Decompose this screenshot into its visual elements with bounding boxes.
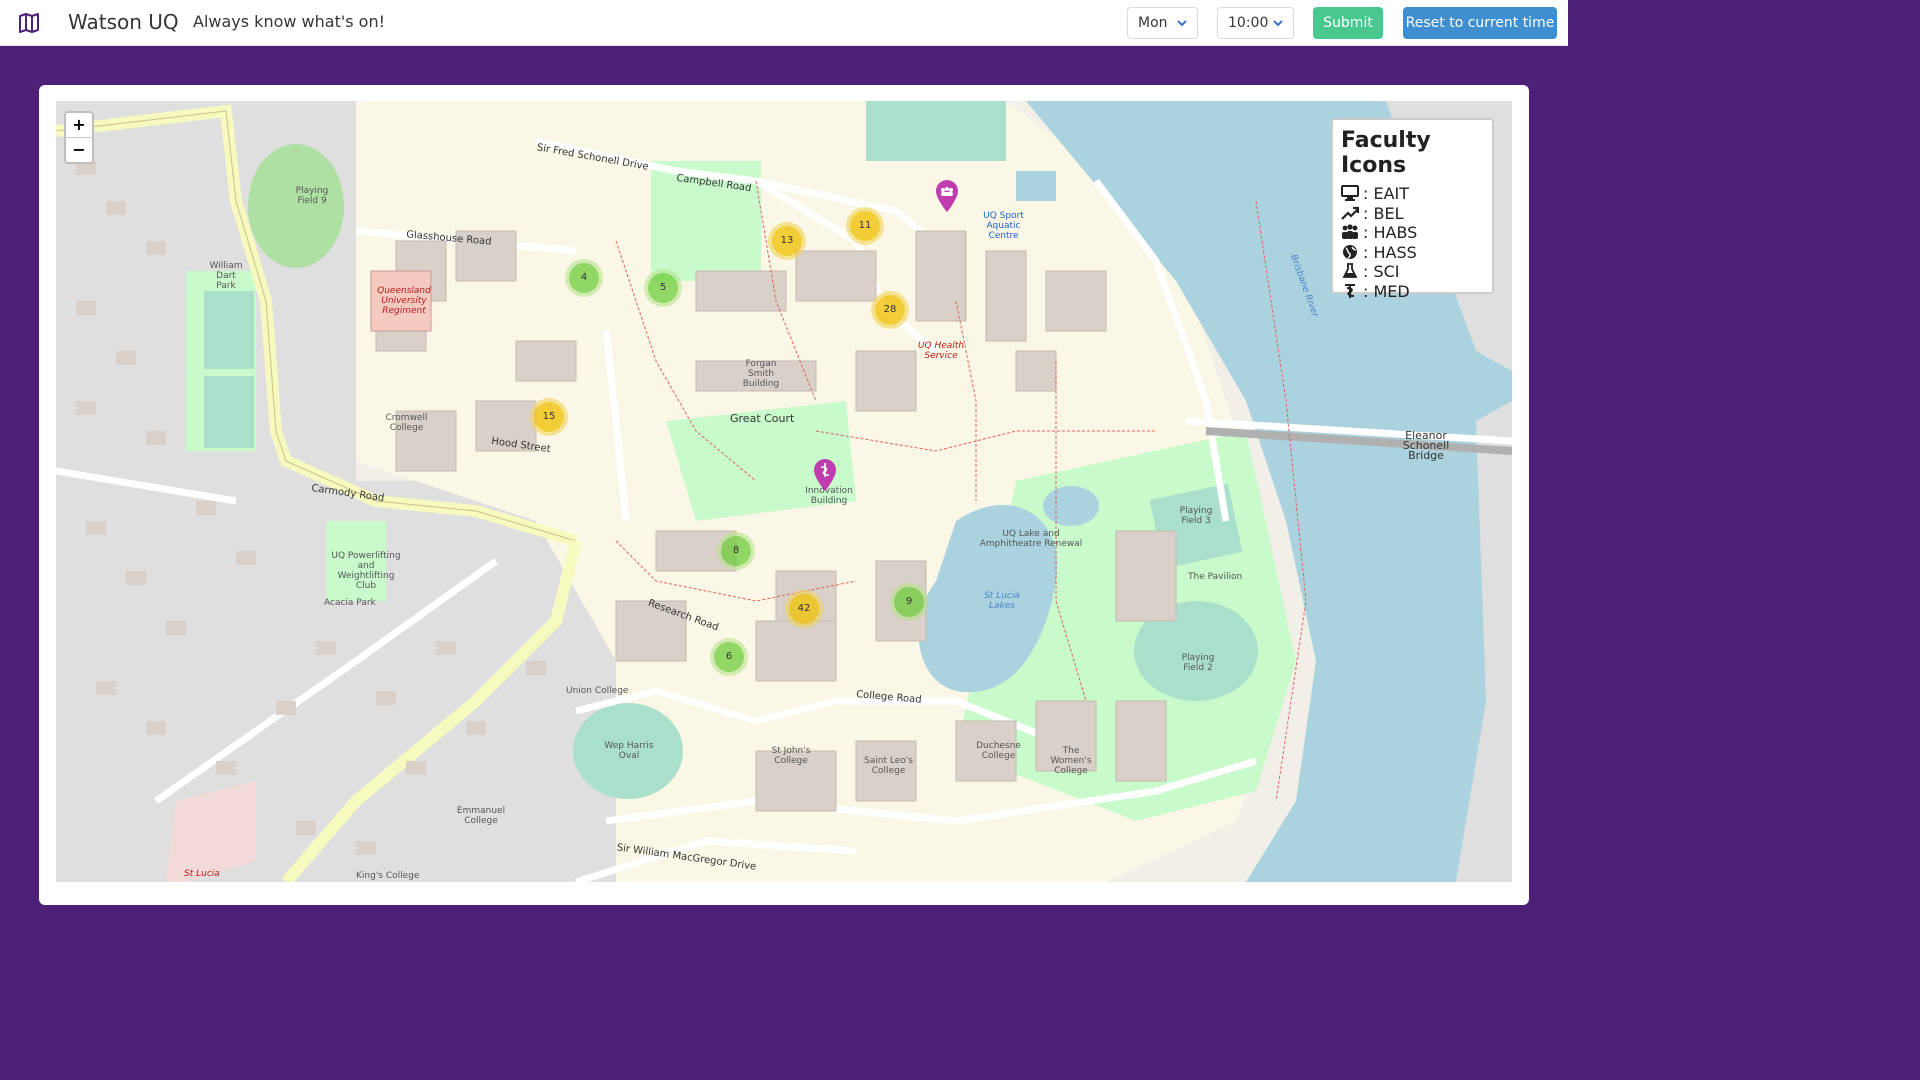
legend-label: : BEL [1363,203,1404,223]
marker-cluster[interactable]: 13 [772,226,802,256]
faculty-legend: Faculty Icons : EAIT : BEL : HABS : HASS… [1331,118,1494,301]
marker-cluster[interactable]: 28 [875,295,905,325]
legend-item-hass: : HASS [1341,243,1484,263]
marker-cluster[interactable]: 9 [894,587,924,617]
zoom-in-button[interactable]: + [66,113,92,137]
place-label: Saint Leo's College [864,756,913,776]
place-label: UQ Health Service [917,341,965,361]
place-label: St Lucia [184,869,220,879]
place-label: UQ Lake and Amphitheatre Renewal [979,529,1083,549]
people-icon [1342,224,1358,239]
legend-item-bel: : BEL [1341,204,1484,224]
marker-cluster[interactable]: 6 [714,642,744,672]
legend-item-eait: : EAIT [1341,184,1484,204]
place-label: Great Court [730,412,795,425]
place-label: Queensland University Regiment [377,286,431,316]
day-select[interactable]: Mon [1127,7,1198,39]
place-label: Duchesne College [976,741,1021,761]
time-select-value: 10:00 [1228,15,1269,31]
legend-label: : EAIT [1363,184,1410,203]
chevron-down-icon [1177,20,1187,27]
place-label: Forgan Smith Building [742,359,780,389]
monitor-icon [1341,185,1359,201]
chevron-down-icon [1273,20,1283,27]
marker-cluster[interactable]: 5 [648,273,678,303]
place-label: Playing Field 2 [1181,653,1215,673]
reset-time-button[interactable]: Reset to current time [1403,7,1557,39]
place-label: William Dart Park [209,261,243,291]
legend-title: Faculty Icons [1341,128,1431,178]
legend-label: : SCI [1363,262,1400,281]
marker-cluster[interactable]: 4 [569,263,599,293]
place-label: St John's College [771,746,811,766]
place-label: Acacia Park [324,598,376,608]
legend-label: : HASS [1363,242,1417,262]
place-label: Eleanor Schonell Bridge [1402,429,1450,462]
zoom-out-button[interactable]: − [66,137,92,162]
marker-cluster[interactable]: 8 [721,536,751,566]
submit-button[interactable]: Submit [1313,7,1383,39]
habs-pin-icon[interactable] [934,179,960,213]
legend-item-habs: : HABS [1341,223,1484,243]
legend-item-sci: : SCI [1341,262,1484,282]
place-label: Playing Field 9 [295,186,329,206]
place-label: The Women's College [1050,746,1092,776]
place-label: UQ Sport Aquatic Centre [983,211,1024,241]
globe-icon [1343,244,1357,259]
legend-item-med: : MED [1341,282,1484,302]
day-select-value: Mon [1138,15,1168,31]
place-label: Wep Harris Oval [604,741,654,761]
legend-label: : HABS [1363,223,1418,242]
place-label: St Lucia Lakes [984,591,1020,611]
place-label: King's College [356,871,420,881]
marker-cluster[interactable]: 42 [789,594,819,624]
place-label: Cromwell College [385,413,428,433]
app-title[interactable]: Watson UQ [68,10,179,34]
place-label: Union College [566,686,629,696]
medical-icon [1345,283,1355,298]
trend-up-icon [1341,206,1360,220]
time-select[interactable]: 10:00 [1217,7,1294,39]
med-pin-icon[interactable] [812,458,838,492]
place-label: The Pavilion [1188,572,1243,582]
marker-cluster[interactable]: 15 [534,402,564,432]
flask-icon [1342,263,1358,278]
marker-cluster[interactable]: 11 [850,211,880,241]
place-label: Emmanuel College [456,806,506,826]
navbar: Watson UQ Always know what's on! Mon 10:… [0,0,1568,46]
campus-map[interactable]: Glasshouse Road Sir Fred Schonell Drive … [56,101,1512,882]
app-tagline: Always know what's on! [193,12,386,31]
map-icon[interactable] [18,12,40,34]
place-label: Playing Field 3 [1179,506,1213,526]
place-label: UQ Powerlifting and Weightlifting Club [331,551,401,591]
zoom-control: + − [64,111,94,164]
legend-label: : MED [1363,281,1410,301]
